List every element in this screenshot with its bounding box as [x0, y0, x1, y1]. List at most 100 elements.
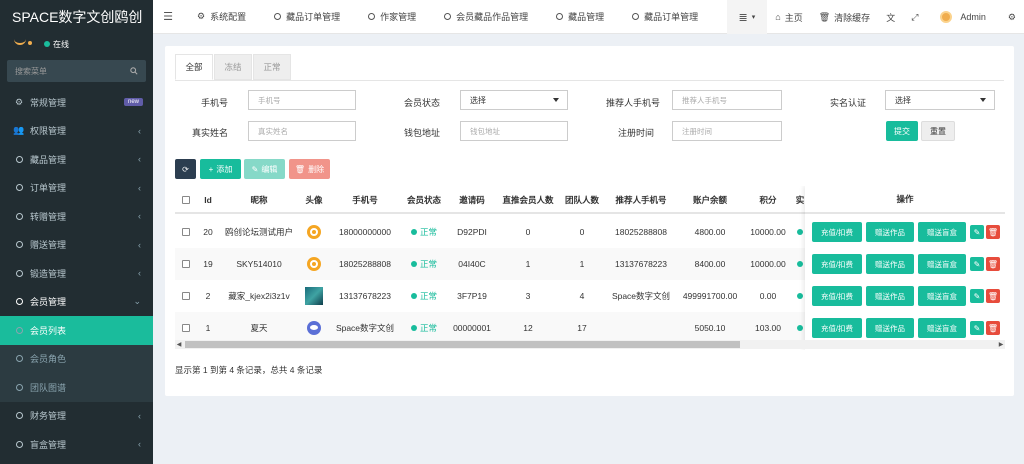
- search-icon[interactable]: [130, 67, 138, 75]
- topbar-right: ≣ ▾ ⌂ 主页 🗑 清除缓存 文 ⤢ Admin ⚙: [726, 0, 1024, 34]
- avatar: [307, 321, 321, 335]
- tab-collection-orders[interactable]: 藏品订单管理: [260, 0, 354, 34]
- delete-row-button[interactable]: 🗑: [986, 225, 1000, 239]
- gift-work-button[interactable]: 赠送作品: [866, 222, 914, 242]
- table-horizontal-scrollbar[interactable]: ◀ ▶: [175, 340, 1005, 349]
- sidebar-item-orders[interactable]: 订单管理 ‹: [0, 174, 153, 203]
- home-link[interactable]: ⌂ 主页: [767, 0, 810, 34]
- row-checkbox[interactable]: [175, 216, 197, 248]
- scrollbar-thumb[interactable]: [185, 341, 740, 348]
- col-status[interactable]: 会员状态: [401, 186, 447, 214]
- tab-all[interactable]: 全部: [175, 54, 213, 80]
- sidebar-item-gifts[interactable]: 赠送管理 ‹: [0, 231, 153, 260]
- register-time-input[interactable]: 注册时间: [672, 121, 782, 141]
- sidebar-item-permissions[interactable]: 👥 权限管理 ‹: [0, 117, 153, 146]
- sidebar-item-forging[interactable]: 锻造管理 ‹: [0, 259, 153, 288]
- tab-system-config[interactable]: ⚙ 系统配置: [183, 0, 260, 34]
- tab-frozen[interactable]: 冻结: [214, 54, 252, 80]
- referrer-phone-input[interactable]: 推荐人手机号: [672, 90, 782, 110]
- phone-input[interactable]: 手机号: [248, 90, 356, 110]
- edit-row-button[interactable]: ✎: [970, 289, 984, 303]
- gift-blindbox-button[interactable]: 赠送盲盒: [918, 222, 966, 242]
- sidebar-item-members[interactable]: 会员管理 ⌄: [0, 288, 153, 317]
- sidebar-item-blindbox[interactable]: 盲盒管理 ‹: [0, 430, 153, 459]
- circle-icon: [14, 211, 24, 221]
- col-direct-members[interactable]: 直推会员人数: [497, 186, 559, 214]
- gift-work-button[interactable]: 赠送作品: [866, 318, 914, 338]
- refresh-button[interactable]: ⟳: [175, 159, 196, 179]
- gift-work-button[interactable]: 赠送作品: [866, 286, 914, 306]
- circle-icon: [368, 13, 376, 20]
- col-referrer-phone[interactable]: 推荐人手机号: [605, 186, 677, 214]
- home-icon: ⌂: [775, 12, 781, 22]
- tab-collection-orders-2[interactable]: 藏品订单管理: [618, 0, 712, 34]
- row-checkbox[interactable]: [175, 280, 197, 312]
- tab-normal[interactable]: 正常: [253, 54, 291, 80]
- col-balance[interactable]: 账户余额: [677, 186, 743, 214]
- sidebar-item-team-graph[interactable]: 团队图谱: [0, 373, 153, 402]
- col-avatar[interactable]: 头像: [299, 186, 329, 214]
- gift-work-button[interactable]: 赠送作品: [866, 254, 914, 274]
- chevron-left-icon: ‹: [138, 268, 141, 279]
- realname-input[interactable]: 真实姓名: [248, 121, 356, 141]
- sidebar-item-transfers[interactable]: 转赠管理 ‹: [0, 202, 153, 231]
- tab-author-management[interactable]: 作家管理: [354, 0, 430, 34]
- sidebar-item-general[interactable]: ⚙ 常规管理 new: [0, 88, 153, 117]
- tab-member-works[interactable]: 会员藏品作品管理: [430, 0, 542, 34]
- submit-button[interactable]: 提交: [886, 121, 918, 141]
- scroll-left-icon[interactable]: ◀: [175, 340, 183, 349]
- col-id[interactable]: Id: [197, 186, 219, 214]
- menu-toggle-icon[interactable]: ☰: [153, 10, 183, 23]
- app-logo[interactable]: SPACE数字文创鸥创: [0, 0, 153, 34]
- gift-blindbox-button[interactable]: 赠送盲盒: [918, 286, 966, 306]
- translate-button[interactable]: 文: [878, 0, 903, 34]
- admin-menu[interactable]: Admin: [926, 0, 1000, 34]
- member-status-select[interactable]: 选择: [460, 90, 568, 110]
- status-filter-tabs: 全部 冻结 正常: [175, 54, 292, 80]
- circle-icon: [14, 268, 24, 278]
- wallet-input[interactable]: 钱包地址: [460, 121, 568, 141]
- recharge-button[interactable]: 充值/扣费: [812, 286, 862, 306]
- fullscreen-button[interactable]: ⤢: [903, 0, 926, 34]
- recharge-button[interactable]: 充值/扣费: [812, 222, 862, 242]
- edit-row-button[interactable]: ✎: [970, 225, 984, 239]
- sidebar-item-collections[interactable]: 藏品管理 ‹: [0, 145, 153, 174]
- col-points[interactable]: 积分: [743, 186, 793, 214]
- reset-button[interactable]: 重置: [921, 121, 955, 141]
- gift-blindbox-button[interactable]: 赠送盲盒: [918, 318, 966, 338]
- scroll-right-icon[interactable]: ▶: [997, 340, 1005, 349]
- recharge-button[interactable]: 充值/扣费: [812, 254, 862, 274]
- sidebar-search-input[interactable]: 搜索菜单: [7, 60, 146, 82]
- select-all-checkbox[interactable]: [175, 186, 197, 214]
- online-status: 在线: [44, 39, 69, 50]
- delete-row-button[interactable]: 🗑: [986, 321, 1000, 335]
- clear-cache-button[interactable]: 🗑 清除缓存: [811, 0, 878, 34]
- cell-avatar[interactable]: [299, 280, 329, 312]
- delete-row-button[interactable]: 🗑: [986, 257, 1000, 271]
- delete-row-button[interactable]: 🗑: [986, 289, 1000, 303]
- delete-button[interactable]: 🗑 删除: [289, 159, 330, 179]
- status-badge: 正常: [410, 322, 437, 334]
- tab-list-dropdown[interactable]: ≣ ▾: [726, 0, 768, 34]
- recharge-button[interactable]: 充值/扣费: [812, 318, 862, 338]
- edit-row-button[interactable]: ✎: [970, 321, 984, 335]
- add-button[interactable]: + 添加: [200, 159, 241, 179]
- sidebar-item-member-list[interactable]: 会员列表: [0, 316, 153, 345]
- col-team-count[interactable]: 团队人数: [559, 186, 605, 214]
- edit-button[interactable]: ✎ 编辑: [244, 159, 285, 179]
- trash-icon: 🗑: [987, 259, 999, 269]
- cell-avatar[interactable]: [299, 248, 329, 280]
- realname-verify-select[interactable]: 选择: [885, 90, 995, 110]
- settings-button[interactable]: ⚙: [1000, 0, 1024, 34]
- tab-collections[interactable]: 藏品管理: [542, 0, 618, 34]
- edit-row-button[interactable]: ✎: [970, 257, 984, 271]
- col-invite-code[interactable]: 邀请码: [447, 186, 497, 214]
- col-phone[interactable]: 手机号: [329, 186, 401, 214]
- sidebar-item-finance[interactable]: 财务管理 ‹: [0, 402, 153, 431]
- col-nickname[interactable]: 昵称: [219, 186, 299, 214]
- sidebar-item-member-roles[interactable]: 会员角色: [0, 344, 153, 373]
- cell-direct: 3: [525, 291, 531, 301]
- cell-avatar[interactable]: [299, 216, 329, 248]
- row-checkbox[interactable]: [175, 248, 197, 280]
- gift-blindbox-button[interactable]: 赠送盲盒: [918, 254, 966, 274]
